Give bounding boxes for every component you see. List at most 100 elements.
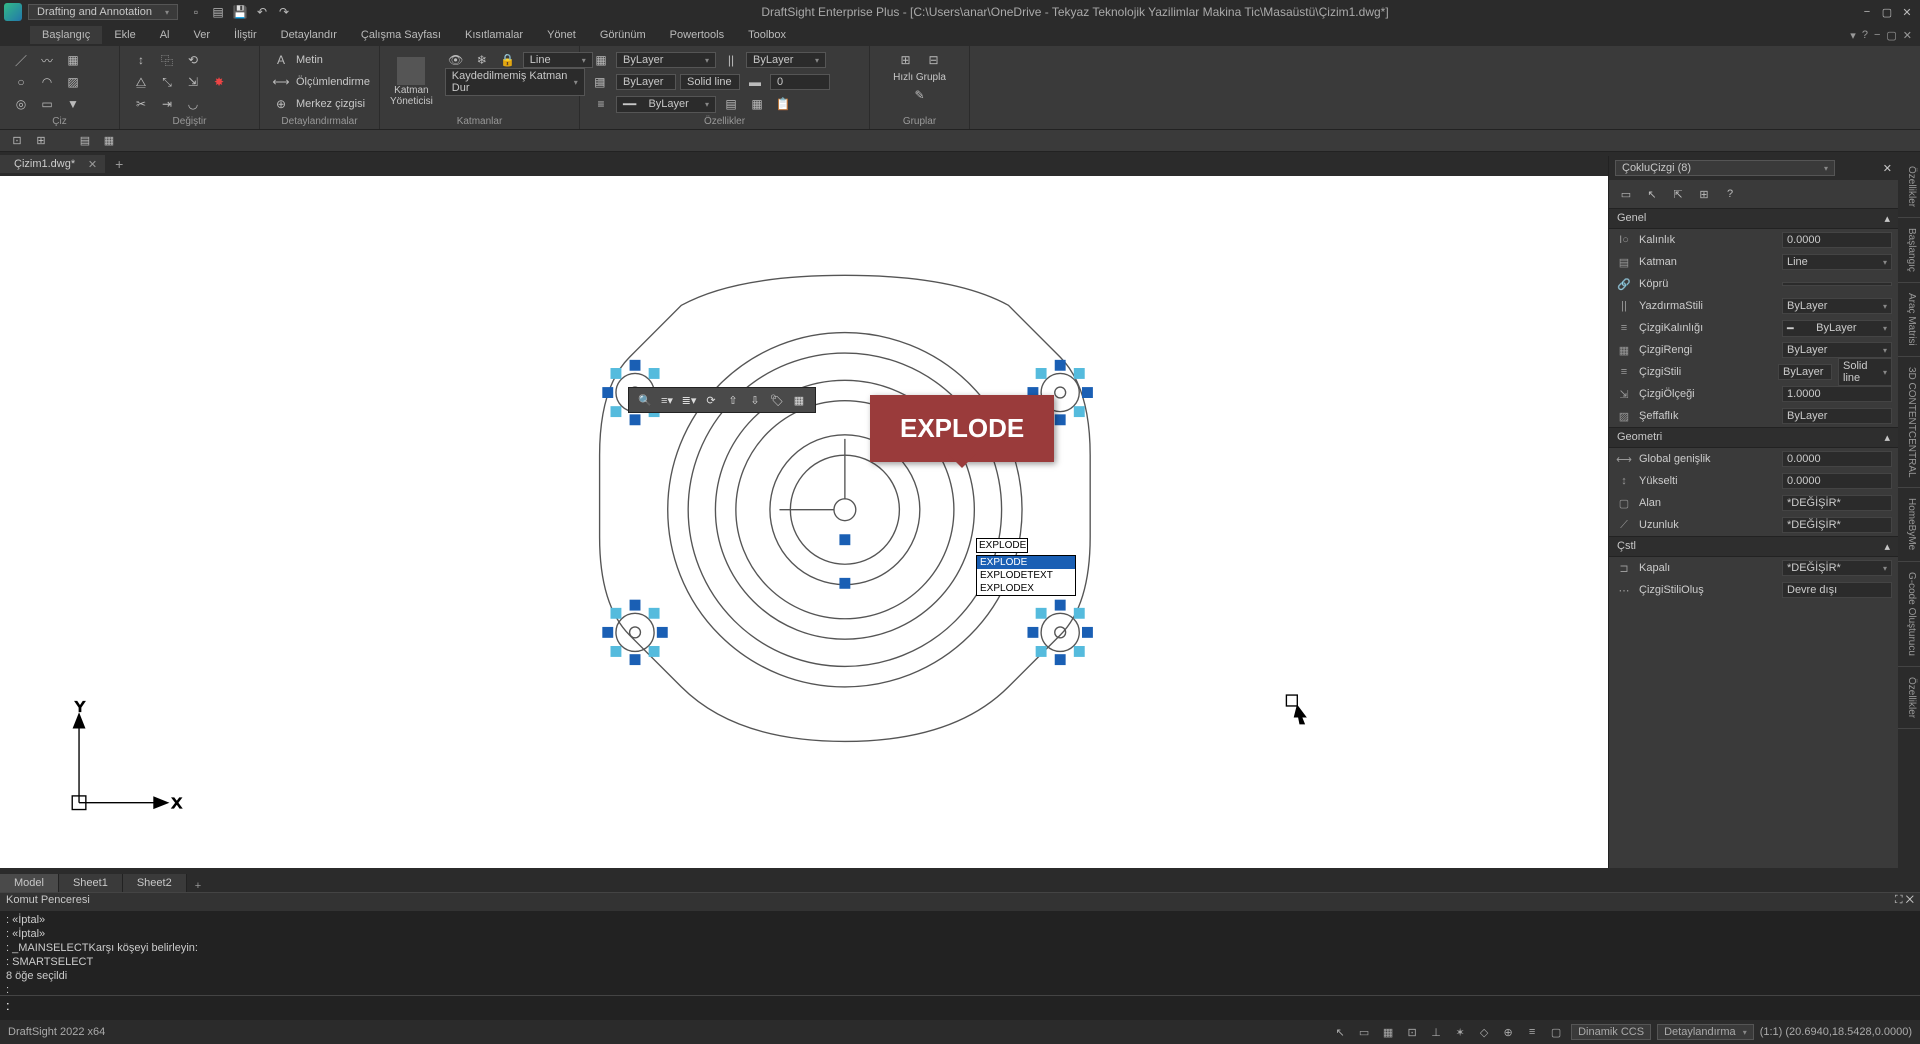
tab-toolbox[interactable]: Toolbox	[736, 26, 798, 44]
color-icon[interactable]: ▦	[590, 50, 612, 70]
doc-tab-close-icon[interactable]: ✕	[88, 158, 97, 171]
circle-icon[interactable]: ○	[10, 72, 32, 92]
ctx-grid-icon[interactable]: ▦	[789, 390, 809, 410]
minimize-icon[interactable]: −	[1858, 3, 1876, 21]
linetype2-dropdown[interactable]: Solid line	[680, 74, 740, 90]
tab-kisitlamalar[interactable]: Kısıtlamalar	[453, 26, 535, 44]
command-input[interactable]: :	[0, 995, 1920, 1019]
command-autocomplete[interactable]: EXPLODE EXPLODETEXT EXPLODEX	[976, 555, 1076, 596]
doc-tab-add[interactable]: +	[105, 156, 133, 172]
tool-b-icon[interactable]: ⊞	[32, 133, 50, 149]
help-dropdown-icon[interactable]: ▾	[1850, 29, 1856, 42]
layer-vis-icon[interactable]: 👁	[445, 50, 467, 70]
dynamic-input[interactable]: EXPLODE	[976, 538, 1028, 553]
copy-icon[interactable]: ⿻	[156, 50, 178, 70]
section-geometry[interactable]: Geometri▴	[1609, 427, 1898, 448]
printstyle-icon[interactable]: ||	[720, 50, 742, 70]
pattern-icon[interactable]: ▦	[62, 50, 84, 70]
tab-yonet[interactable]: Yönet	[535, 26, 588, 44]
tool-a-icon[interactable]: ⊡	[8, 133, 26, 149]
prop-thickness-value[interactable]: 0.0000	[1782, 232, 1892, 248]
min2-icon[interactable]: −	[1874, 29, 1880, 42]
lineweight-icon[interactable]: ≡	[590, 94, 612, 114]
group-icon[interactable]: ⊞	[895, 50, 917, 70]
section-general[interactable]: Genel▴	[1609, 208, 1898, 229]
close2-icon[interactable]: ✕	[1903, 29, 1912, 42]
polyline-icon[interactable]: 〰	[36, 50, 58, 70]
vtab-props2[interactable]: Özellikler	[1898, 667, 1920, 729]
tab-ilistir[interactable]: İliştir	[222, 26, 269, 44]
prop-area-value[interactable]: *DEĞİŞİR*	[1782, 495, 1892, 511]
close-icon[interactable]: ✕	[1898, 3, 1916, 21]
prop-closed-value[interactable]: *DEĞİŞİR*	[1782, 560, 1892, 576]
max2-icon[interactable]: ▢	[1886, 29, 1896, 42]
layer-manager-icon[interactable]	[397, 57, 425, 85]
group-edit-icon[interactable]: ✎	[909, 85, 931, 105]
new-icon[interactable]: ▫	[188, 4, 204, 20]
vtab-3dcc[interactable]: 3D CONTENTCENTRAL	[1898, 357, 1920, 489]
prop-length-value[interactable]: *DEĞİŞİR*	[1782, 517, 1892, 533]
centerline-icon[interactable]: ⊕	[270, 94, 292, 114]
tab-ekle[interactable]: Ekle	[102, 26, 147, 44]
status-grid-icon[interactable]: ▦	[1379, 1023, 1397, 1041]
tab-gorunum[interactable]: Görünüm	[588, 26, 658, 44]
sheet-2[interactable]: Sheet2	[123, 874, 187, 892]
status-annot-dropdown[interactable]: Detaylandırma	[1657, 1024, 1754, 1040]
drawing-canvas[interactable]: Y X	[0, 176, 1608, 868]
ctx-zoom-icon[interactable]: 🔍	[635, 390, 655, 410]
prop-lineweight-value[interactable]: ━ ByLayer	[1782, 320, 1892, 337]
centerline-button[interactable]: Merkez çizgisi	[296, 98, 365, 110]
tool-c-icon[interactable]: ▤	[76, 133, 94, 149]
layer-freeze-icon[interactable]: ❄	[471, 50, 493, 70]
linetype-dropdown[interactable]: ByLayer	[616, 74, 676, 90]
rect-icon[interactable]: ▭	[36, 94, 58, 114]
ctx-align-icon[interactable]: ≣▾	[679, 390, 699, 410]
rotate-icon[interactable]: ⟲	[182, 50, 204, 70]
status-polar-icon[interactable]: ✶	[1451, 1023, 1469, 1041]
ungroup-icon[interactable]: ⊟	[923, 50, 945, 70]
fillet-icon[interactable]: ◡	[182, 94, 204, 114]
props-tool4-icon[interactable]: ⊞	[1693, 184, 1715, 204]
status-snap-icon[interactable]: ⊡	[1403, 1023, 1421, 1041]
redo-icon[interactable]: ↷	[276, 4, 292, 20]
ctx-tag-icon[interactable]: 🏷	[767, 390, 787, 410]
tab-detaylandir[interactable]: Detaylandır	[269, 26, 349, 44]
vtab-props[interactable]: Özellikler	[1898, 156, 1920, 218]
status-lineweight-icon[interactable]: ≡	[1523, 1023, 1541, 1041]
prop-link-value[interactable]	[1782, 282, 1892, 286]
arc-icon[interactable]: ◠	[36, 72, 58, 92]
status-dcs-dropdown[interactable]: Dinamik CCS	[1571, 1024, 1651, 1040]
tab-baslangic[interactable]: Başlangıç	[30, 26, 102, 44]
status-dyn-icon[interactable]: ▢	[1547, 1023, 1565, 1041]
open-icon[interactable]: ▤	[210, 4, 226, 20]
scale-icon[interactable]: ⤡	[156, 72, 178, 92]
ctx-list-icon[interactable]: ≡▾	[657, 390, 677, 410]
prop-elev-value[interactable]: 0.0000	[1782, 473, 1892, 489]
lineweight-dropdown[interactable]: ━━ ByLayer	[616, 96, 716, 113]
sheet-add[interactable]: +	[187, 880, 209, 892]
prop-linestyle-value[interactable]: ByLayer	[1778, 364, 1832, 380]
tab-calisma[interactable]: Çalışma Sayfası	[349, 26, 453, 44]
prop-printstyle-value[interactable]: ByLayer	[1782, 298, 1892, 314]
tool-d-icon[interactable]: ▦	[100, 133, 118, 149]
prop-globwidth-value[interactable]: 0.0000	[1782, 451, 1892, 467]
mirror-icon[interactable]: ⧋	[130, 72, 152, 92]
line-icon[interactable]: ／	[10, 50, 32, 70]
printstyle-dropdown[interactable]: ByLayer	[746, 52, 826, 68]
dimension-button[interactable]: Ölçümlendirme	[296, 76, 370, 88]
status-cursor-icon[interactable]: ↖	[1331, 1023, 1349, 1041]
text-button[interactable]: Metin	[296, 54, 323, 66]
cmd-suggest-item[interactable]: EXPLODETEXT	[977, 569, 1075, 582]
move-icon[interactable]: ↕	[130, 50, 152, 70]
vtab-gcode[interactable]: G-code Oluşturucu	[1898, 562, 1920, 667]
prop-transp-value[interactable]: ByLayer	[1782, 408, 1892, 424]
layer-state-dropdown[interactable]: Kaydedilmemiş Katman Dur	[445, 68, 585, 96]
hatch-icon[interactable]: ▨	[62, 72, 84, 92]
down-arrow-icon[interactable]: ▼	[62, 94, 84, 114]
transp-icon[interactable]: ▬	[744, 72, 766, 92]
ctx-link-icon[interactable]: ⟳	[701, 390, 721, 410]
cmdwin-close-icon[interactable]: ✕	[1906, 894, 1914, 906]
clip-icon[interactable]: 📋	[772, 94, 794, 114]
props-tool3-icon[interactable]: ⇱	[1667, 184, 1689, 204]
extend-icon[interactable]: ⇥	[156, 94, 178, 114]
